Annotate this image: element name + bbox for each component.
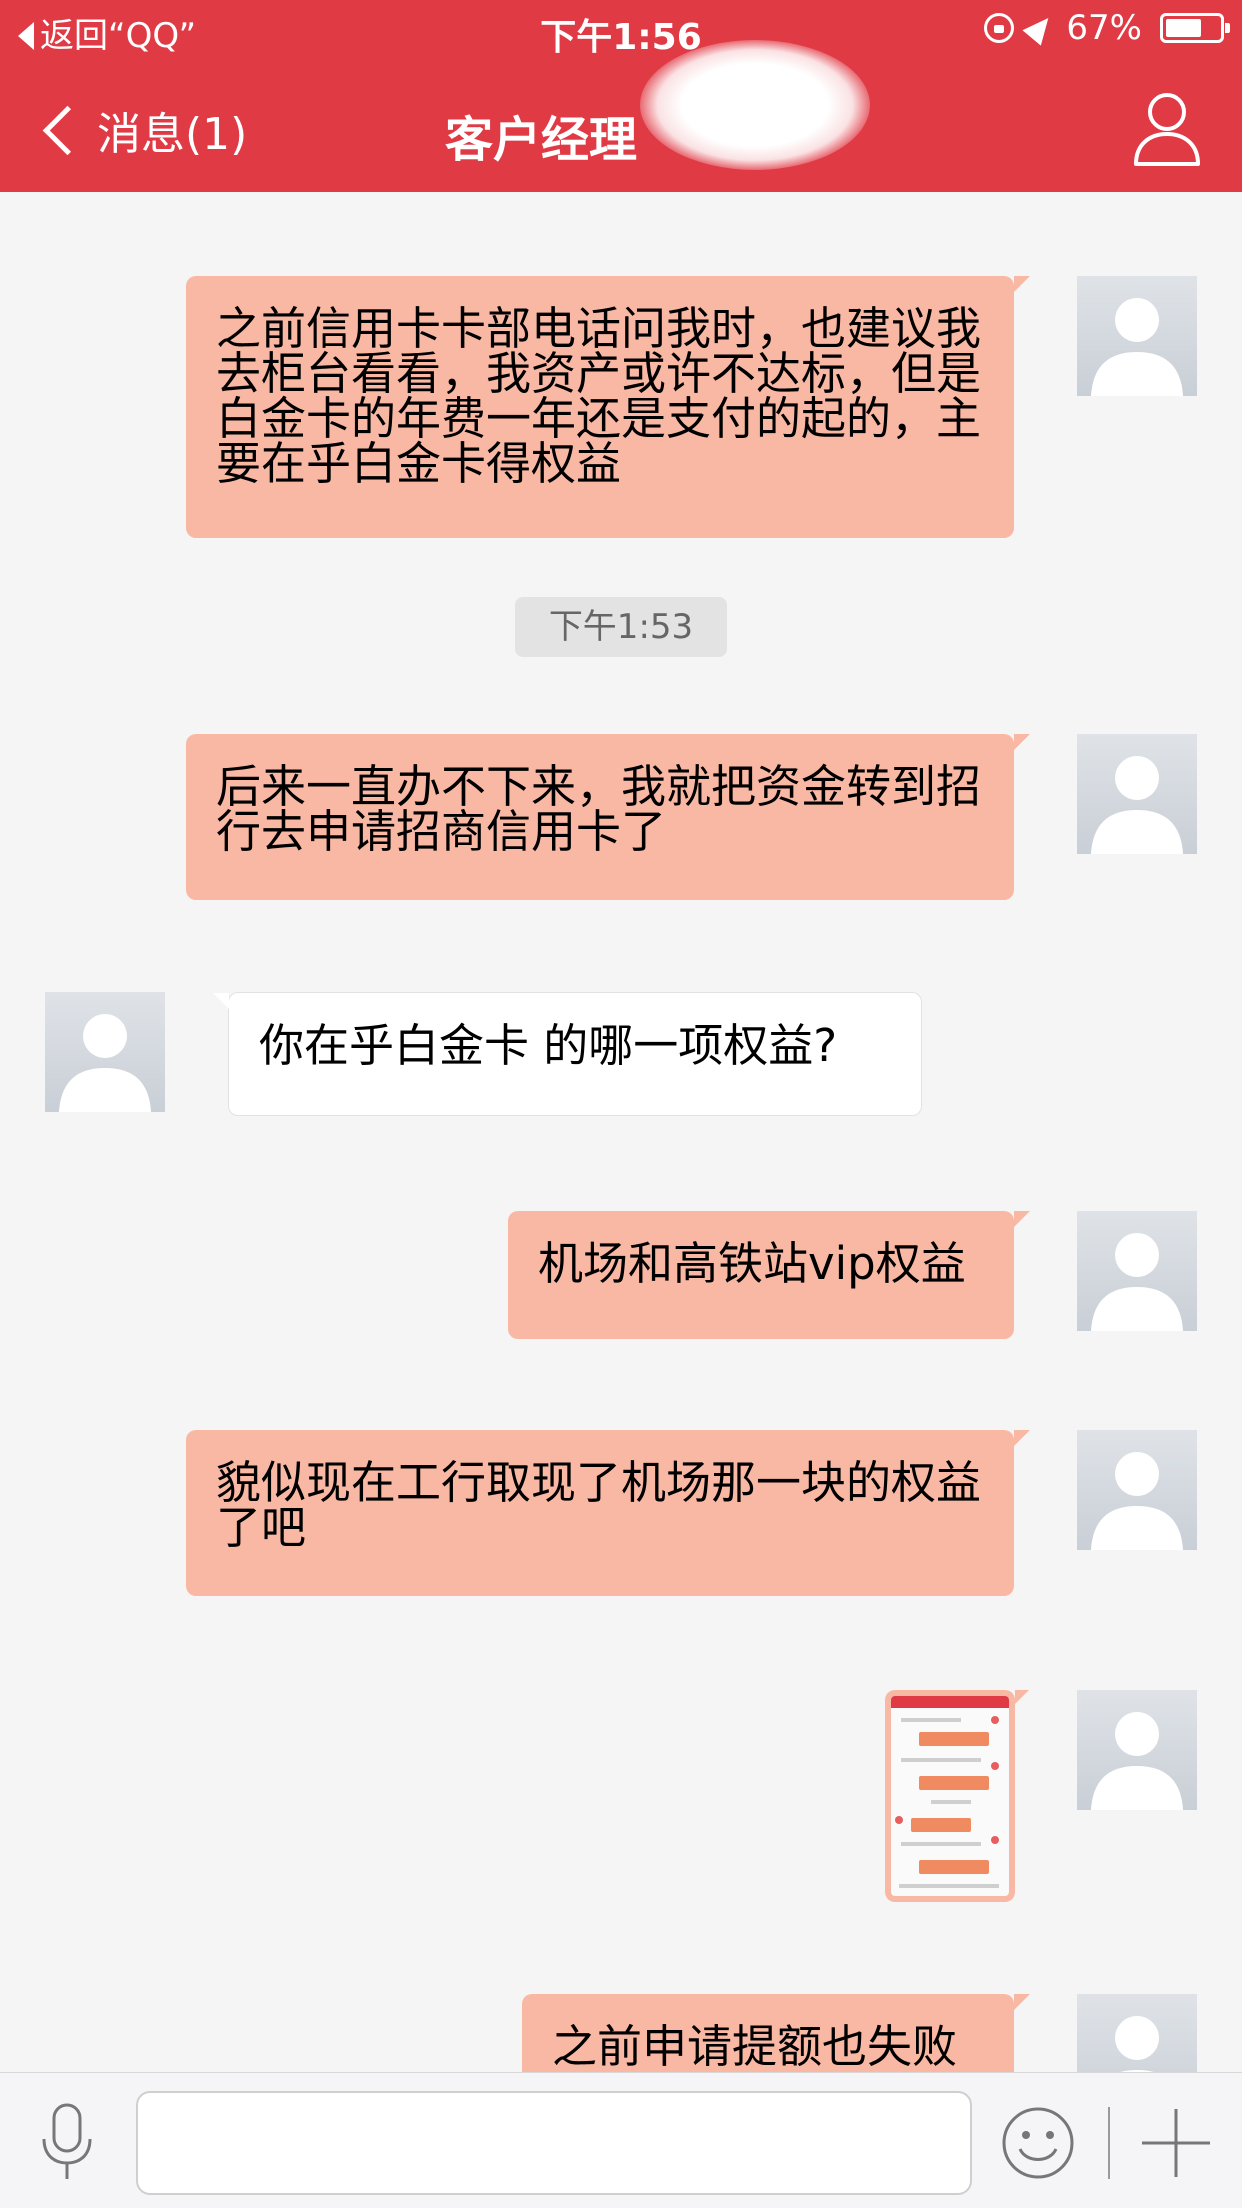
message-text: 后来一直办不下来，我就把资金转到招行去申请招商信用卡了 [216, 760, 982, 858]
message-bubble-incoming[interactable]: 你在乎白金卡 的哪一项权益? [213, 992, 922, 1116]
avatar-self[interactable] [1077, 1430, 1197, 1550]
thumb-line [901, 1842, 981, 1846]
default-person-avatar-icon [1091, 1712, 1183, 1810]
header: 返回“QQ” 下午1:56 67% 消息(1) 客户经理 [0, 0, 1242, 192]
avatar-self[interactable] [1077, 1690, 1197, 1810]
profile-icon[interactable] [1132, 88, 1202, 168]
rotation-lock-icon [984, 13, 1015, 43]
default-person-avatar-icon [1091, 756, 1183, 854]
battery-icon [1160, 13, 1230, 43]
nav-back-button[interactable]: 消息(1) [40, 92, 247, 168]
message-bubble-outgoing[interactable]: 后来一直办不下来，我就把资金转到招行去申请招商信用卡了 [186, 734, 1030, 900]
battery-percent: 67% [1066, 8, 1142, 48]
default-person-avatar-icon [1091, 1233, 1183, 1331]
avatar-manager[interactable] [45, 992, 165, 1112]
thumb-line [901, 1718, 961, 1722]
message-text: 之前申请提额也失败 [552, 2020, 958, 2072]
page-title: 客户经理 [445, 112, 638, 168]
image-message[interactable] [885, 1690, 1029, 1902]
smiley-icon[interactable] [1000, 2105, 1076, 2181]
avatar-self[interactable] [1077, 1211, 1197, 1331]
chat-area[interactable]: 之前信用卡卡部电话问我时，也建议我去柜台看看，我资产或许不达标，但是白金卡的年费… [0, 192, 1242, 2072]
nav-bar: 消息(1) 客户经理 [0, 80, 1242, 180]
thumb-header [891, 1696, 1009, 1708]
message-text: 你在乎白金卡 的哪一项权益? [259, 1019, 838, 1072]
message-text: 机场和高铁站vip权益 [538, 1237, 966, 1290]
message-bubble-outgoing[interactable]: 貌似现在工行取现了机场那一块的权益了吧 [186, 1430, 1030, 1596]
message-text: 貌似现在工行取现了机场那一块的权益了吧 [216, 1456, 982, 1554]
thumb-line [899, 1884, 999, 1888]
message-input[interactable] [136, 2091, 972, 2195]
thumb-line [901, 1758, 981, 1762]
message-text: 之前信用卡卡部电话问我时，也建议我去柜台看看，我资产或许不达标，但是白金卡的年费… [216, 302, 982, 490]
thumb-dot [991, 1836, 999, 1844]
default-person-avatar-icon [1091, 298, 1183, 396]
microphone-icon[interactable] [36, 2103, 98, 2183]
avatar-self[interactable] [1077, 734, 1197, 854]
nav-back-label: 消息(1) [97, 109, 248, 160]
status-bar: 返回“QQ” 下午1:56 67% [0, 0, 1242, 60]
chevron-left-icon [42, 105, 93, 155]
thumb-line [931, 1800, 971, 1804]
thumb-dot [991, 1762, 999, 1770]
thumb-dot [991, 1716, 999, 1724]
default-person-avatar-icon [1115, 2016, 1159, 2072]
thumb-dot [895, 1816, 903, 1824]
battery-fill [1166, 19, 1201, 37]
avatar-self[interactable] [1077, 1994, 1197, 2072]
location-arrow-icon [1022, 10, 1058, 46]
input-divider [1108, 2107, 1110, 2179]
plus-icon[interactable] [1138, 2105, 1214, 2181]
default-person-avatar-icon [1091, 1452, 1183, 1550]
thumb-row [911, 1818, 971, 1832]
redaction-blur [640, 40, 870, 170]
message-bubble-outgoing[interactable]: 之前申请提额也失败 [522, 1994, 1030, 2072]
timestamp-divider: 下午1:53 [515, 597, 727, 657]
avatar-self[interactable] [1077, 276, 1197, 396]
thumb-row [919, 1776, 989, 1790]
status-indicators: 67% [984, 8, 1230, 48]
thumb-row [919, 1732, 989, 1746]
message-bubble-outgoing[interactable]: 机场和高铁站vip权益 [508, 1211, 1030, 1339]
message-bubble-outgoing[interactable]: 之前信用卡卡部电话问我时，也建议我去柜台看看，我资产或许不达标，但是白金卡的年费… [186, 276, 1030, 538]
thumb-row [919, 1860, 989, 1874]
input-bar [0, 2072, 1242, 2208]
default-person-avatar-icon [59, 1014, 151, 1112]
image-thumbnail [891, 1696, 1009, 1896]
